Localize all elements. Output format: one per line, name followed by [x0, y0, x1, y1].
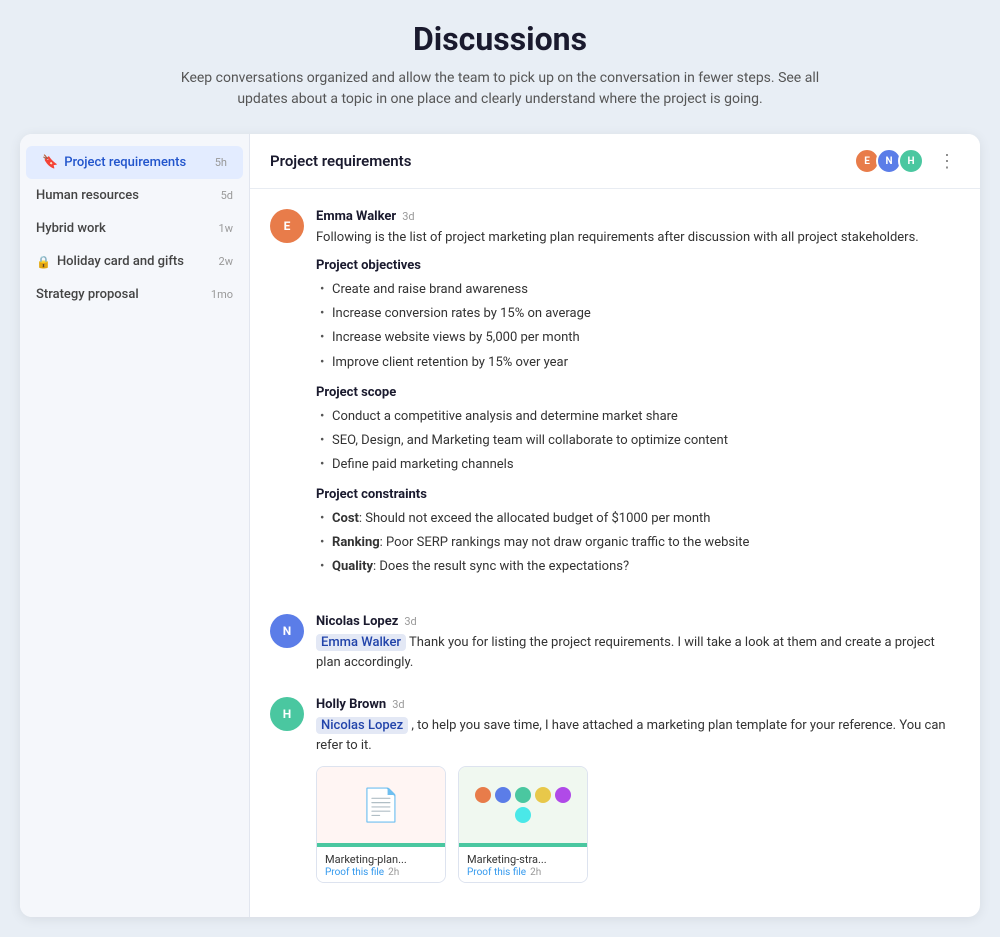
- bullet-item: Cost: Should not exceed the allocated bu…: [316, 507, 960, 531]
- sidebar-item-project-requirements[interactable]: 🔖 Project requirements 5h: [26, 146, 243, 179]
- attachment-proof-time: 2h: [530, 867, 541, 878]
- sidebar-item-strategy-proposal[interactable]: Strategy proposal 1mo: [20, 278, 249, 311]
- message-msg1: E Emma Walker 3d Following is the list of p…: [270, 209, 960, 590]
- message-author: Holly Brown: [316, 697, 386, 712]
- image-preview-dots: [459, 779, 587, 831]
- section-title: Project objectives: [316, 258, 960, 273]
- attachment-proof-row: Proof this file 2h: [325, 866, 437, 878]
- thread-title: Project requirements: [270, 152, 854, 170]
- dot: [535, 787, 551, 803]
- sidebar-item-label: Holiday card and gifts: [57, 254, 213, 269]
- sidebar-item-human-resources[interactable]: Human resources 5d: [20, 179, 249, 212]
- bullet-list: Create and raise brand awarenessIncrease…: [316, 278, 960, 375]
- bullet-item: Increase website views by 5,000 per mont…: [316, 326, 960, 350]
- message-body: Emma Walker 3d Following is the list of pr…: [316, 209, 960, 590]
- bookmark-icon: 🔖: [42, 155, 58, 170]
- message-avatar: H: [270, 697, 304, 731]
- message-msg3: H Holly Brown 3d Nicolas Lopez , to help yo…: [270, 697, 960, 883]
- attachment-proof-text[interactable]: Proof this file: [325, 867, 384, 878]
- pdf-icon: 📄: [361, 786, 401, 824]
- main-content: Project requirements ENH ⋮ E Emma Walker 3…: [250, 134, 980, 917]
- message-time: 3d: [402, 210, 414, 223]
- section-title: Project scope: [316, 385, 960, 400]
- thread-avatars: ENH: [854, 148, 924, 174]
- sidebar: 🔖 Project requirements 5h Human resources 5d…: [20, 134, 250, 917]
- message-meta: Emma Walker 3d: [316, 209, 960, 224]
- message-text: Nicolas Lopez , to help you save time, I…: [316, 716, 960, 756]
- message-text: Emma Walker Thank you for listing the pr…: [316, 633, 960, 673]
- mention-tag: Emma Walker: [316, 634, 406, 651]
- attachment-footer: Marketing-stra...Proof this file 2h: [459, 847, 587, 882]
- section-title: Project constraints: [316, 487, 960, 502]
- lock-icon: 🔒: [36, 255, 51, 269]
- bullet-item: Conduct a competitive analysis and deter…: [316, 405, 960, 429]
- attachment-proof-time: 2h: [388, 867, 399, 878]
- attachment-proof-text[interactable]: Proof this file: [467, 867, 526, 878]
- attachment-footer: Marketing-plan...Proof this file 2h: [317, 847, 445, 882]
- page-subtitle: Keep conversations organized and allow t…: [170, 68, 830, 110]
- message-author: Emma Walker: [316, 209, 396, 224]
- bullet-list: Conduct a competitive analysis and deter…: [316, 405, 960, 477]
- constraint-key: Ranking: [332, 535, 380, 550]
- message-time: 3d: [404, 615, 416, 628]
- dot: [515, 807, 531, 823]
- attachment-card-att2[interactable]: Marketing-stra...Proof this file 2h: [458, 766, 588, 883]
- sidebar-item-label: Strategy proposal: [36, 287, 205, 302]
- sidebar-item-hybrid-work[interactable]: Hybrid work 1w: [20, 212, 249, 245]
- thread-header: Project requirements ENH ⋮: [250, 134, 980, 189]
- message-time: 3d: [392, 698, 404, 711]
- sidebar-item-label: Hybrid work: [36, 221, 213, 236]
- constraint-key: Cost: [332, 511, 359, 526]
- sidebar-item-holiday-card-gifts[interactable]: 🔒 Holiday card and gifts 2w: [20, 245, 249, 278]
- thread-avatar-2: H: [898, 148, 924, 174]
- thread-more-button[interactable]: ⋮: [934, 149, 960, 174]
- dot: [555, 787, 571, 803]
- attachments-row: 📄Marketing-plan...Proof this file2hMarke…: [316, 766, 960, 883]
- page-header: Discussions Keep conversations organized…: [20, 20, 980, 110]
- sidebar-item-label: Project requirements: [64, 155, 209, 170]
- bullet-item: Improve client retention by 15% over yea…: [316, 351, 960, 375]
- message-meta: Nicolas Lopez 3d: [316, 614, 960, 629]
- sidebar-item-label: Human resources: [36, 188, 215, 203]
- bullet-list: Cost: Should not exceed the allocated bu…: [316, 507, 960, 579]
- message-msg2: N Nicolas Lopez 3d Emma Walker Thank you fo…: [270, 614, 960, 673]
- attachment-name: Marketing-stra...: [467, 853, 579, 866]
- message-avatar: E: [270, 209, 304, 243]
- main-container: 🔖 Project requirements 5h Human resources 5d…: [20, 134, 980, 917]
- message-avatar: N: [270, 614, 304, 648]
- attachment-name: Marketing-plan...: [325, 853, 437, 866]
- sidebar-item-time: 1w: [219, 222, 233, 235]
- bullet-item: Define paid marketing channels: [316, 453, 960, 477]
- sidebar-item-time: 1mo: [211, 288, 233, 301]
- mention-tag: Nicolas Lopez: [316, 717, 408, 734]
- bullet-item: Create and raise brand awareness: [316, 278, 960, 302]
- attachment-preview: 📄: [317, 767, 445, 843]
- messages-area: E Emma Walker 3d Following is the list of p…: [250, 189, 980, 917]
- sidebar-item-time: 5d: [221, 189, 233, 202]
- dot: [515, 787, 531, 803]
- dot: [475, 787, 491, 803]
- message-body: Nicolas Lopez 3d Emma Walker Thank you for…: [316, 614, 960, 673]
- attachment-proof-row: Proof this file 2h: [467, 866, 579, 878]
- message-author: Nicolas Lopez: [316, 614, 398, 629]
- bullet-item: Ranking: Poor SERP rankings may not draw…: [316, 531, 960, 555]
- attachment-preview: [459, 767, 587, 843]
- sidebar-item-time: 5h: [215, 156, 227, 169]
- attachment-card-att1[interactable]: 📄 Marketing-plan...Proof this file 2h: [316, 766, 446, 883]
- message-body: Holly Brown 3d Nicolas Lopez , to help you…: [316, 697, 960, 883]
- bullet-item: SEO, Design, and Marketing team will col…: [316, 429, 960, 453]
- bullet-item: Quality: Does the result sync with the e…: [316, 555, 960, 579]
- dot: [495, 787, 511, 803]
- constraint-key: Quality: [332, 559, 373, 574]
- message-meta: Holly Brown 3d: [316, 697, 960, 712]
- page-title: Discussions: [20, 20, 980, 58]
- bullet-item: Increase conversion rates by 15% on aver…: [316, 302, 960, 326]
- message-intro: Following is the list of project marketi…: [316, 228, 960, 248]
- sidebar-item-time: 2w: [219, 255, 233, 268]
